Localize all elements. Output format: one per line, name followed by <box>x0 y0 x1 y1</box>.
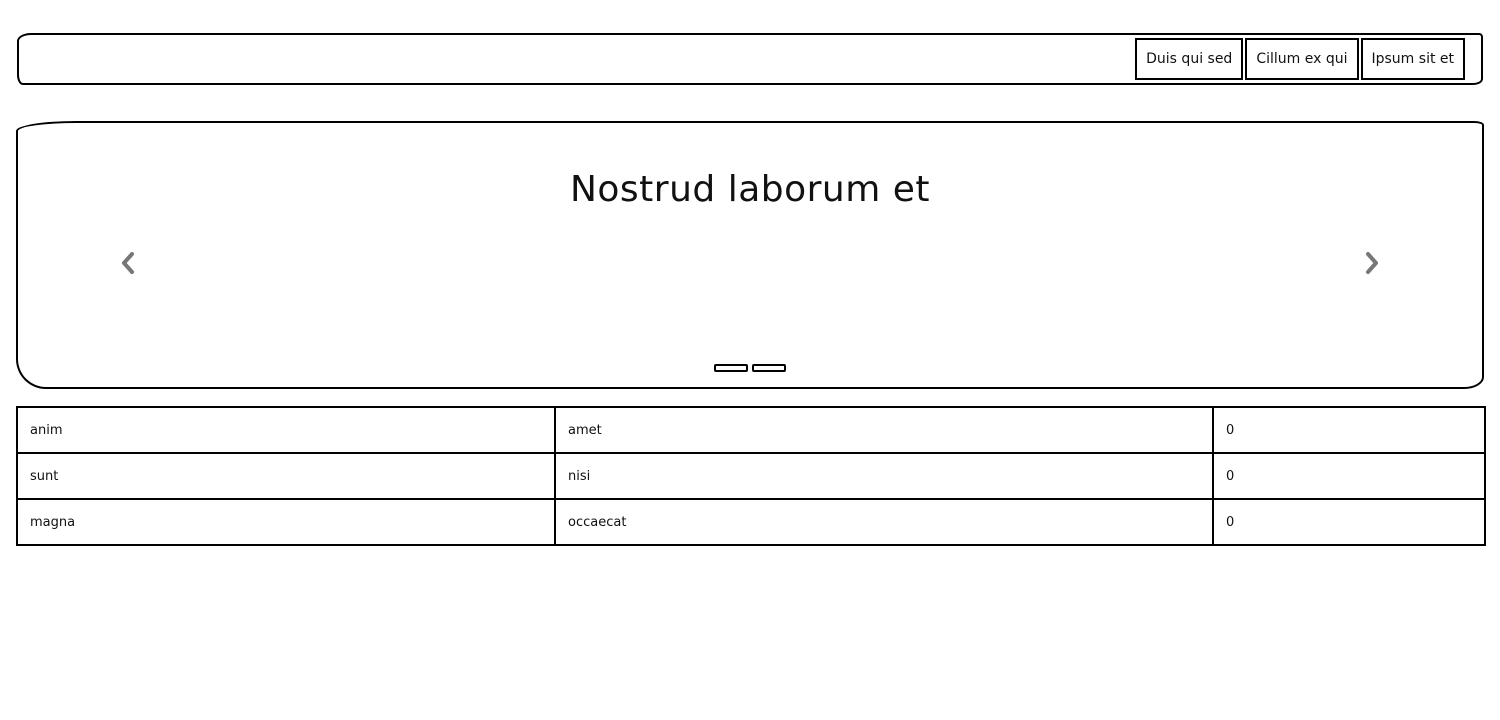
table-cell: magna <box>16 498 556 546</box>
table-row: magna occaecat 0 <box>16 498 1486 546</box>
table-cell: amet <box>554 406 1214 454</box>
carousel-indicators <box>18 364 1482 372</box>
table-cell: 0 <box>1212 452 1486 500</box>
navbar: Duis qui sed Cillum ex qui Ipsum sit et <box>17 33 1483 85</box>
carousel-next-button[interactable] <box>1360 247 1384 279</box>
table-cell: nisi <box>554 452 1214 500</box>
chevron-right-icon <box>1366 252 1378 274</box>
carousel: Nostrud laborum et <box>16 121 1484 389</box>
table-cell: occaecat <box>554 498 1214 546</box>
data-table: anim amet 0 sunt nisi 0 magna occaecat 0 <box>16 406 1486 546</box>
chevron-left-icon <box>122 252 134 274</box>
table-row: anim amet 0 <box>16 406 1486 454</box>
nav-button-cillum-ex-qui[interactable]: Cillum ex qui <box>1245 38 1359 80</box>
carousel-prev-button[interactable] <box>116 247 140 279</box>
table-cell: sunt <box>16 452 556 500</box>
table-cell: 0 <box>1212 498 1486 546</box>
table-cell: anim <box>16 406 556 454</box>
table-cell: 0 <box>1212 406 1486 454</box>
nav-button-group: Duis qui sed Cillum ex qui Ipsum sit et <box>1135 38 1465 80</box>
carousel-indicator[interactable] <box>752 364 786 372</box>
carousel-slide-title: Nostrud laborum et <box>569 169 931 210</box>
nav-button-ipsum-sit-et[interactable]: Ipsum sit et <box>1360 38 1465 80</box>
carousel-indicator[interactable] <box>714 364 748 372</box>
table-row: sunt nisi 0 <box>16 452 1486 500</box>
nav-button-duis-qui-sed[interactable]: Duis qui sed <box>1135 38 1244 80</box>
page: Duis qui sed Cillum ex qui Ipsum sit et … <box>0 0 1500 720</box>
